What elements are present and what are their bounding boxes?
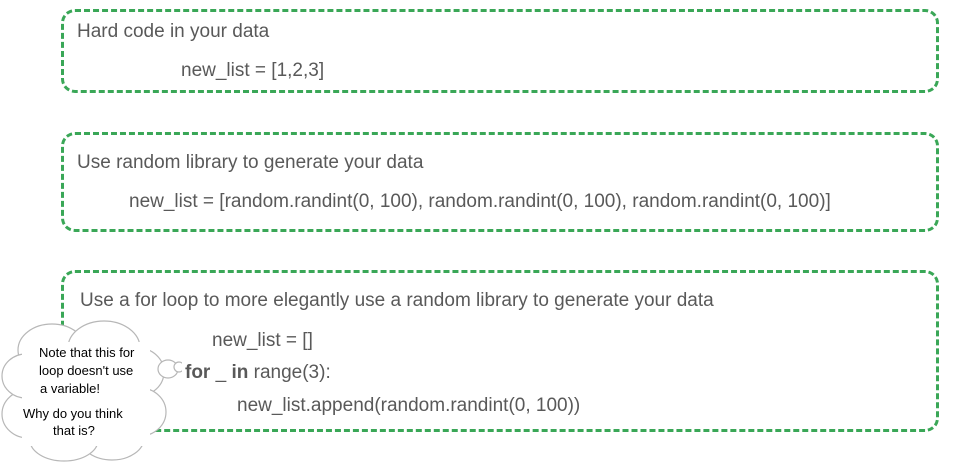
for-loop-heading: Use a for loop to more elegantly use a r…: [80, 290, 714, 311]
loop-underscore: _: [210, 362, 232, 383]
for-loop-code-line-1: new_list = []: [212, 330, 313, 351]
for-loop-code-line-3: new_list.append(random.randint(0, 100)): [237, 395, 581, 416]
note-line-4: Why do you think: [23, 406, 123, 421]
range-call: range(3):: [248, 362, 331, 383]
note-line-5: that is?: [53, 423, 95, 438]
random-library-heading: Use random library to generate your data: [77, 152, 424, 173]
for-keyword: for: [185, 362, 211, 383]
hard-code-heading: Hard code in your data: [77, 21, 270, 42]
hard-code-example: new_list = [1,2,3]: [181, 60, 325, 81]
in-keyword: in: [231, 362, 249, 383]
random-library-example: new_list = [random.randint(0, 100), rand…: [129, 191, 831, 212]
random-library-box: [61, 132, 939, 232]
note-line-3: a variable!: [40, 381, 100, 396]
note-line-2: loop doesn't use: [39, 363, 134, 378]
note-line-1: Note that this for: [39, 345, 135, 360]
for-loop-code-line-2: for _ in range(3):: [185, 362, 331, 384]
